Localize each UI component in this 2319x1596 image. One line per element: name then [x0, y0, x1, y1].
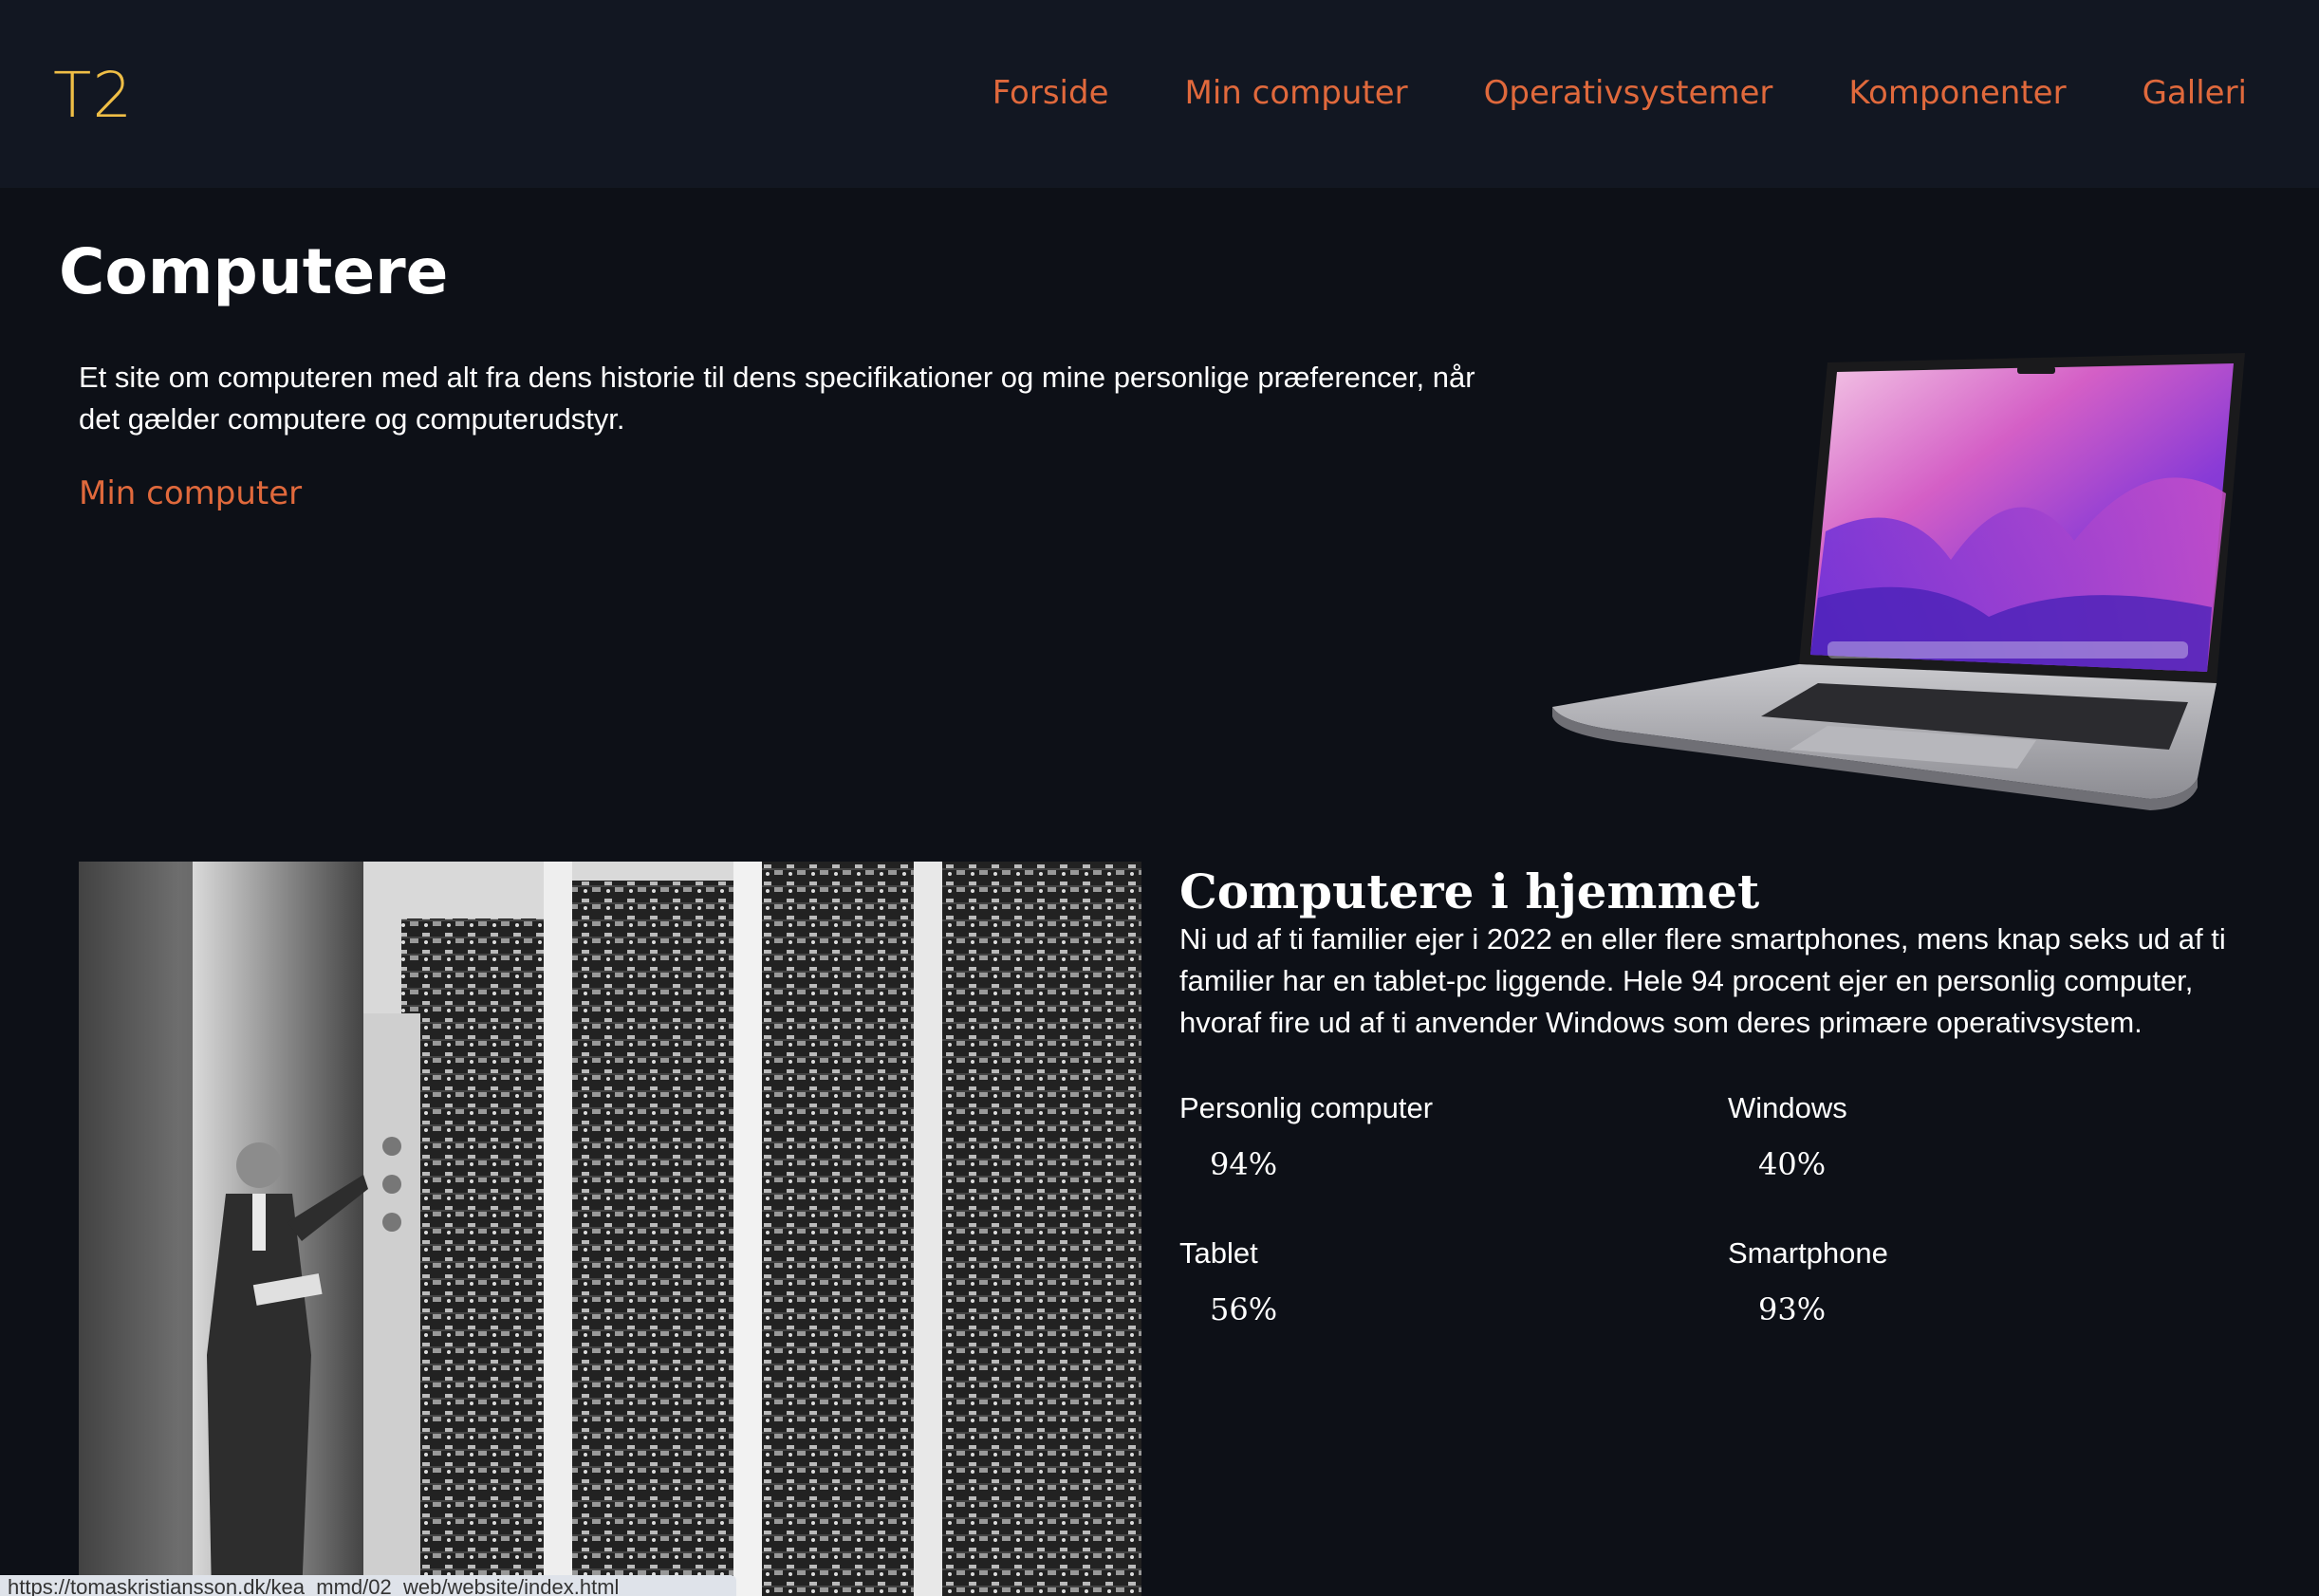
nav-link-forside[interactable]: Forside [993, 74, 1109, 112]
stat-value: 93% [1758, 1291, 1827, 1327]
stat-label: Windows [1728, 1091, 1847, 1124]
laptop-image [1552, 353, 2245, 810]
stat-label: Tablet [1179, 1236, 1258, 1270]
page-title: Computere [59, 235, 449, 308]
stat-label: Smartphone [1728, 1236, 1888, 1270]
nav-link-komponenter[interactable]: Komponenter [1848, 74, 2066, 112]
min-computer-link[interactable]: Min computer [79, 474, 302, 512]
stat-tablet: Tablet 56% [1179, 1236, 1654, 1327]
stat-value: 56% [1210, 1291, 1278, 1327]
nav-link-min-computer[interactable]: Min computer [1185, 74, 1408, 112]
stat-label: Personlig computer [1179, 1091, 1434, 1124]
intro-text: Et site om computeren med alt fra dens h… [79, 361, 1475, 436]
nav-link-operativsystemer[interactable]: Operativsystemer [1484, 74, 1773, 112]
stat-value: 40% [1758, 1146, 1827, 1182]
stat-personal-computer: Personlig computer 94% [1179, 1091, 1654, 1182]
site-logo[interactable]: T2 [53, 59, 133, 132]
browser-status-url: https://tomaskristiansson.dk/kea_mmd/02_… [0, 1575, 736, 1596]
site-header: T2 Forside Min computer Operativsystemer… [0, 0, 2319, 188]
stat-windows: Windows 40% [1728, 1091, 2202, 1182]
mainframe-photo [79, 862, 1141, 1596]
section-text: Ni ud af ti familier ejer i 2022 en elle… [1179, 922, 2226, 1039]
main-nav: Forside Min computer Operativsystemer Ko… [917, 74, 2247, 112]
stat-smartphone: Smartphone 93% [1728, 1236, 2202, 1327]
stat-value: 94% [1210, 1146, 1278, 1182]
section-title: Computere i hjemmet [1179, 863, 1760, 919]
nav-link-galleri[interactable]: Galleri [2143, 74, 2247, 112]
